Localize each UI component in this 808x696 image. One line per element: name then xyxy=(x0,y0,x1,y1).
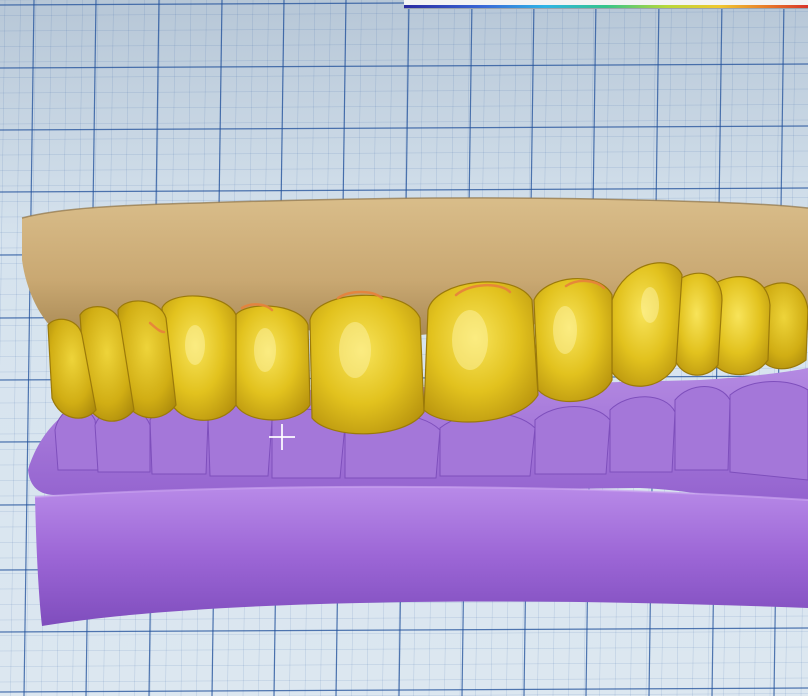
crosshair-cursor-icon xyxy=(269,424,295,450)
3d-viewport[interactable] xyxy=(0,0,808,696)
crown-right-canine xyxy=(611,262,683,387)
model-base-ring xyxy=(35,486,808,626)
crown-right-premolar-1 xyxy=(675,272,723,376)
dental-scene[interactable] xyxy=(0,0,808,696)
